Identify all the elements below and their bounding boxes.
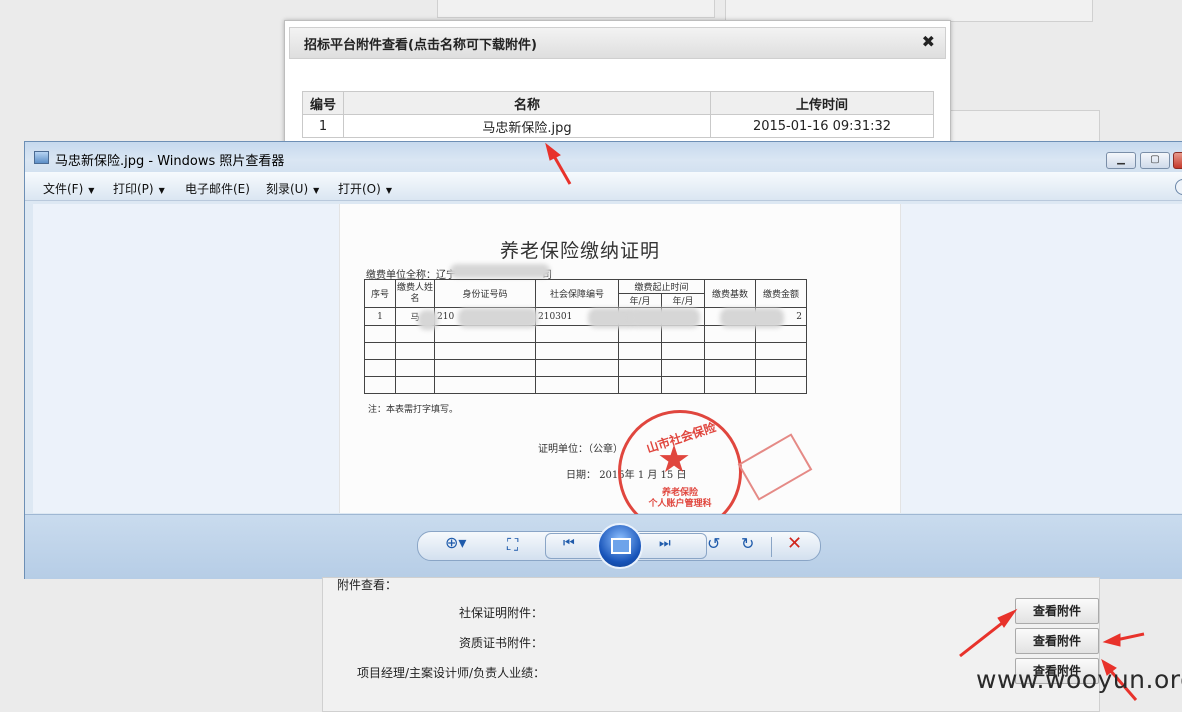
annotation-arrowhead — [545, 142, 561, 161]
annotation-overlay — [545, 142, 1145, 701]
annotation-arrow — [552, 155, 572, 185]
watermark: www.wooyun.org — [976, 665, 1182, 694]
annotation-arrow — [959, 618, 1007, 658]
annotation-arrowhead — [1102, 633, 1121, 647]
